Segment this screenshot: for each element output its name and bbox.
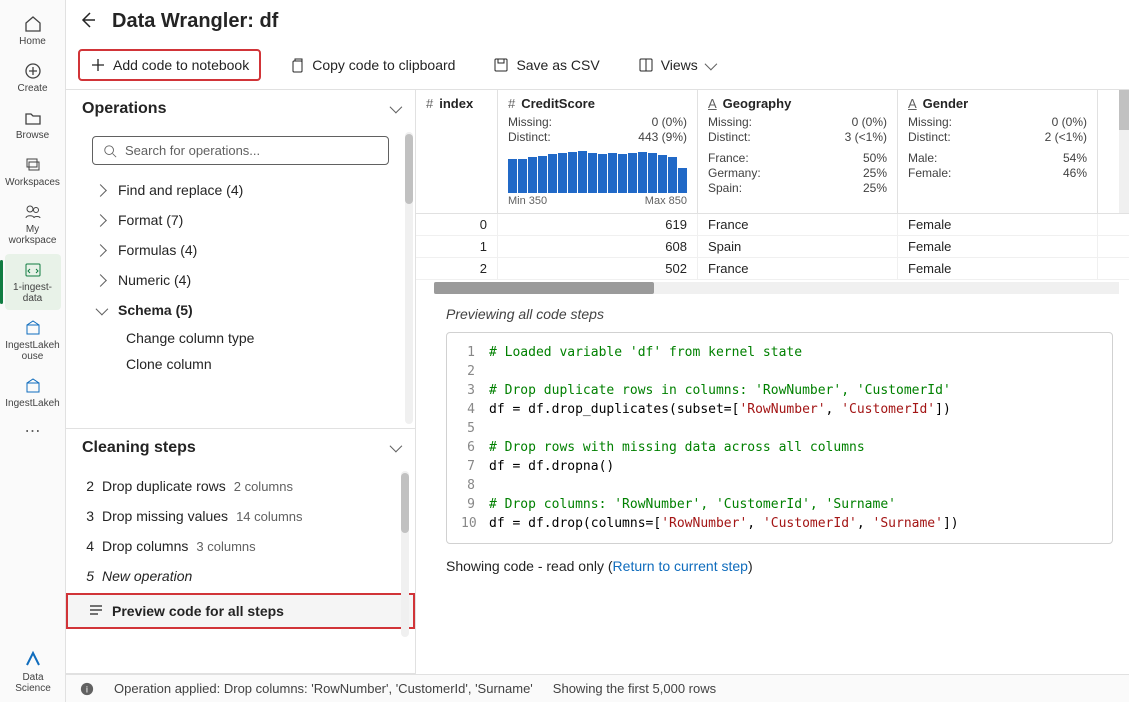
column-header-index[interactable]: #index <box>416 90 498 213</box>
code-line: 4df = df.drop_duplicates(subset=['RowNum… <box>461 400 1098 419</box>
copy-code-button[interactable]: Copy code to clipboard <box>279 51 465 79</box>
cleaning-step[interactable]: 5New operation <box>66 561 415 591</box>
operation-group[interactable]: Format (7) <box>76 205 405 235</box>
cleaning-step[interactable]: 3Drop missing values14 columns <box>66 501 415 531</box>
column-header-gender[interactable]: AGenderMissing:0 (0%)Distinct:2 (<1%)Mal… <box>898 90 1098 213</box>
nav-item-ingestlakeh-ouse[interactable]: IngestLakeh ouse <box>5 312 61 368</box>
chevron-right-icon <box>96 242 108 258</box>
code-preview: 1# Loaded variable 'df' from kernel stat… <box>446 332 1113 544</box>
chevron-right-icon <box>96 182 108 198</box>
type-icon: A <box>908 96 917 111</box>
data-grid: 0619FranceFemale1608SpainFemale2502Franc… <box>416 214 1129 280</box>
search-placeholder: Search for operations... <box>125 143 260 158</box>
operation-group[interactable]: Find and replace (4) <box>76 175 405 205</box>
code-line: 6# Drop rows with missing data across al… <box>461 438 1098 457</box>
chevron-down-icon <box>390 100 399 118</box>
page-title: Data Wrangler: df <box>112 10 278 33</box>
nav-item-my-workspace[interactable]: My workspace <box>5 196 61 252</box>
status-rows: Showing the first 5,000 rows <box>553 681 716 696</box>
code-line: 3# Drop duplicate rows in columns: 'RowN… <box>461 381 1098 400</box>
chevron-down-icon <box>705 57 714 73</box>
table-row[interactable]: 2502FranceFemale <box>416 258 1129 280</box>
type-icon: # <box>426 96 433 111</box>
nav-item-1-ingest-data[interactable]: 1-ingest-data <box>5 254 61 310</box>
table-row[interactable]: 0619FranceFemale <box>416 214 1129 236</box>
code-line: 8 <box>461 476 1098 495</box>
code-footer: Showing code - read only (Return to curr… <box>416 554 1129 580</box>
nav-more[interactable]: ⋯ <box>25 421 41 441</box>
back-button[interactable] <box>78 10 98 33</box>
horizontal-scrollbar[interactable] <box>434 282 1119 294</box>
code-line: 1# Loaded variable 'df' from kernel stat… <box>461 343 1098 362</box>
preview-code-all-steps[interactable]: Preview code for all steps <box>66 593 415 629</box>
operation-group[interactable]: Schema (5) <box>76 295 405 325</box>
code-line: 9# Drop columns: 'RowNumber', 'CustomerI… <box>461 495 1098 514</box>
status-bar: i Operation applied: Drop columns: 'RowN… <box>66 674 1129 702</box>
cleaning-step[interactable]: 4Drop columns3 columns <box>66 531 415 561</box>
chevron-down-icon <box>96 302 108 318</box>
left-panel: Operations Search for operations... Find… <box>66 90 416 674</box>
scrollbar[interactable] <box>401 471 409 637</box>
nav-item-create[interactable]: Create <box>5 55 61 100</box>
scrollbar[interactable] <box>405 132 413 424</box>
chevron-right-icon <box>96 272 108 288</box>
nav-item-home[interactable]: Home <box>5 8 61 53</box>
cleaning-step[interactable]: 2Drop duplicate rows2 columns <box>66 471 415 501</box>
chevron-right-icon <box>96 212 108 228</box>
svg-text:i: i <box>86 684 88 695</box>
histogram <box>508 151 687 193</box>
search-input[interactable]: Search for operations... <box>92 136 389 165</box>
toolbar: Add code to notebook Copy code to clipbo… <box>66 43 1129 90</box>
column-headers: #index#CreditScoreMissing:0 (0%)Distinct… <box>416 90 1129 214</box>
nav-item-ingestlakeh[interactable]: IngestLakeh <box>5 370 61 415</box>
code-line: 2 <box>461 362 1098 381</box>
column-header-creditscore[interactable]: #CreditScoreMissing:0 (0%)Distinct:443 (… <box>498 90 698 213</box>
product-brand[interactable]: Data Science <box>8 649 58 694</box>
type-icon: A <box>708 96 717 111</box>
code-preview-heading: Previewing all code steps <box>416 294 1129 332</box>
right-panel: #index#CreditScoreMissing:0 (0%)Distinct… <box>416 90 1129 674</box>
chevron-down-icon <box>390 439 399 457</box>
operations-header[interactable]: Operations <box>66 90 415 128</box>
views-dropdown[interactable]: Views <box>628 51 724 79</box>
cleaning-steps-header[interactable]: Cleaning steps <box>66 429 415 467</box>
column-header-geography[interactable]: AGeographyMissing:0 (0%)Distinct:3 (<1%)… <box>698 90 898 213</box>
type-icon: # <box>508 96 515 111</box>
code-line: 7df = df.dropna() <box>461 457 1098 476</box>
code-line: 5 <box>461 419 1098 438</box>
add-code-button[interactable]: Add code to notebook <box>78 49 261 81</box>
nav-rail: HomeCreateBrowseWorkspacesMy workspace1-… <box>0 0 66 702</box>
operation-group[interactable]: Formulas (4) <box>76 235 405 265</box>
nav-item-workspaces[interactable]: Workspaces <box>5 149 61 194</box>
header: Data Wrangler: df <box>66 0 1129 43</box>
operation-group[interactable]: Numeric (4) <box>76 265 405 295</box>
vertical-scrollbar[interactable] <box>1119 90 1129 213</box>
code-line: 10df = df.drop(columns=['RowNumber', 'Cu… <box>461 514 1098 533</box>
operation-item[interactable]: Clone column <box>76 351 405 377</box>
return-to-current-step-link[interactable]: Return to current step <box>613 558 748 574</box>
status-message: Operation applied: Drop columns: 'RowNum… <box>114 681 533 696</box>
table-row[interactable]: 1608SpainFemale <box>416 236 1129 258</box>
operation-item[interactable]: Change column type <box>76 325 405 351</box>
nav-item-browse[interactable]: Browse <box>5 102 61 147</box>
save-csv-button[interactable]: Save as CSV <box>483 51 609 79</box>
